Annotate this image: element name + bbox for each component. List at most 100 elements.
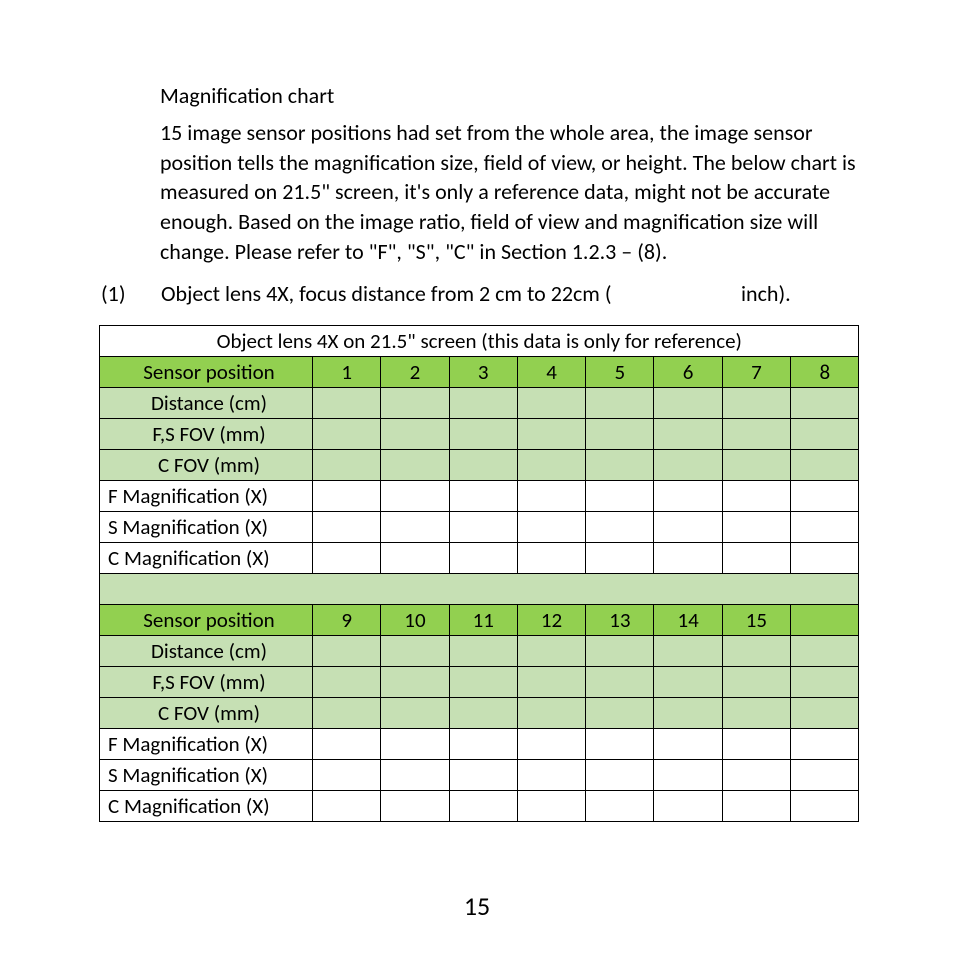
cell — [449, 388, 517, 419]
row-label-sensor: Sensor position — [100, 605, 313, 636]
cell — [722, 760, 790, 791]
cell — [791, 791, 859, 822]
cell — [791, 481, 859, 512]
cell — [381, 729, 449, 760]
sensor-pos: 12 — [517, 605, 585, 636]
cell — [449, 760, 517, 791]
page-number: 15 — [0, 890, 954, 922]
cell — [654, 667, 722, 698]
cell — [722, 512, 790, 543]
cell — [381, 698, 449, 729]
cell — [654, 512, 722, 543]
cell — [313, 791, 381, 822]
cell — [313, 543, 381, 574]
sensor-header-bottom: Sensor position 9 10 11 12 13 14 15 — [100, 605, 859, 636]
cell — [313, 388, 381, 419]
row-label: S Magnification (X) — [100, 512, 313, 543]
cell — [381, 512, 449, 543]
cell — [722, 450, 790, 481]
sensor-pos: 13 — [586, 605, 654, 636]
row-fmag-bot: F Magnification (X) — [100, 729, 859, 760]
cell — [586, 481, 654, 512]
cell — [791, 419, 859, 450]
cell — [449, 419, 517, 450]
cell — [517, 388, 585, 419]
sensor-pos: 1 — [313, 357, 381, 388]
cell — [449, 481, 517, 512]
cell — [791, 512, 859, 543]
cell — [722, 636, 790, 667]
sensor-pos: 4 — [517, 357, 585, 388]
row-fsfov-top: F,S FOV (mm) — [100, 419, 859, 450]
cell — [313, 760, 381, 791]
cell — [722, 419, 790, 450]
cell — [654, 450, 722, 481]
cell — [313, 450, 381, 481]
row-label: F,S FOV (mm) — [100, 667, 313, 698]
cell — [381, 791, 449, 822]
cell — [722, 388, 790, 419]
section-heading: Magnification chart — [160, 82, 334, 109]
row-label: F Magnification (X) — [100, 729, 313, 760]
cell — [722, 667, 790, 698]
cell — [586, 512, 654, 543]
cell — [381, 450, 449, 481]
cell — [313, 481, 381, 512]
row-smag-bot: S Magnification (X) — [100, 760, 859, 791]
cell — [449, 698, 517, 729]
row-label: F,S FOV (mm) — [100, 419, 313, 450]
row-cfov-top: C FOV (mm) — [100, 450, 859, 481]
table-title: Object lens 4X on 21.5" screen (this dat… — [100, 326, 859, 357]
cell — [381, 388, 449, 419]
magnification-table: Object lens 4X on 21.5" screen (this dat… — [99, 325, 859, 822]
cell — [791, 729, 859, 760]
cell — [381, 667, 449, 698]
row-label: C Magnification (X) — [100, 543, 313, 574]
cell — [722, 481, 790, 512]
cell — [654, 481, 722, 512]
cell — [449, 543, 517, 574]
sensor-header-top: Sensor position 1 2 3 4 5 6 7 8 — [100, 357, 859, 388]
cell — [381, 760, 449, 791]
cell — [313, 698, 381, 729]
table-title-row: Object lens 4X on 21.5" screen (this dat… — [100, 326, 859, 357]
document-page: Magnification chart 15 image sensor posi… — [0, 0, 954, 954]
cell — [449, 791, 517, 822]
sensor-pos: 8 — [791, 357, 859, 388]
list-item-1: (1) Object lens 4X, focus distance from … — [101, 280, 861, 307]
cell — [791, 543, 859, 574]
cell — [586, 450, 654, 481]
row-cmag-bot: C Magnification (X) — [100, 791, 859, 822]
cell — [517, 698, 585, 729]
cell — [722, 543, 790, 574]
cell — [517, 450, 585, 481]
cell — [381, 419, 449, 450]
cell — [586, 419, 654, 450]
cell — [449, 450, 517, 481]
list-item-inch: inch). — [741, 280, 791, 307]
sensor-pos: 6 — [654, 357, 722, 388]
cell — [449, 729, 517, 760]
sensor-pos: 11 — [449, 605, 517, 636]
list-item-number: (1) — [101, 280, 156, 307]
cell — [313, 636, 381, 667]
row-smag-top: S Magnification (X) — [100, 512, 859, 543]
cell — [313, 667, 381, 698]
cell — [791, 698, 859, 729]
cell — [517, 543, 585, 574]
cell — [586, 636, 654, 667]
cell — [654, 543, 722, 574]
cell — [517, 760, 585, 791]
cell — [791, 667, 859, 698]
sensor-pos — [791, 605, 859, 636]
row-label: F Magnification (X) — [100, 481, 313, 512]
cell — [791, 636, 859, 667]
cell — [517, 636, 585, 667]
cell — [449, 636, 517, 667]
cell — [313, 512, 381, 543]
sensor-pos: 2 — [381, 357, 449, 388]
cell — [791, 760, 859, 791]
row-fsfov-bot: F,S FOV (mm) — [100, 667, 859, 698]
sensor-pos: 14 — [654, 605, 722, 636]
cell — [654, 698, 722, 729]
